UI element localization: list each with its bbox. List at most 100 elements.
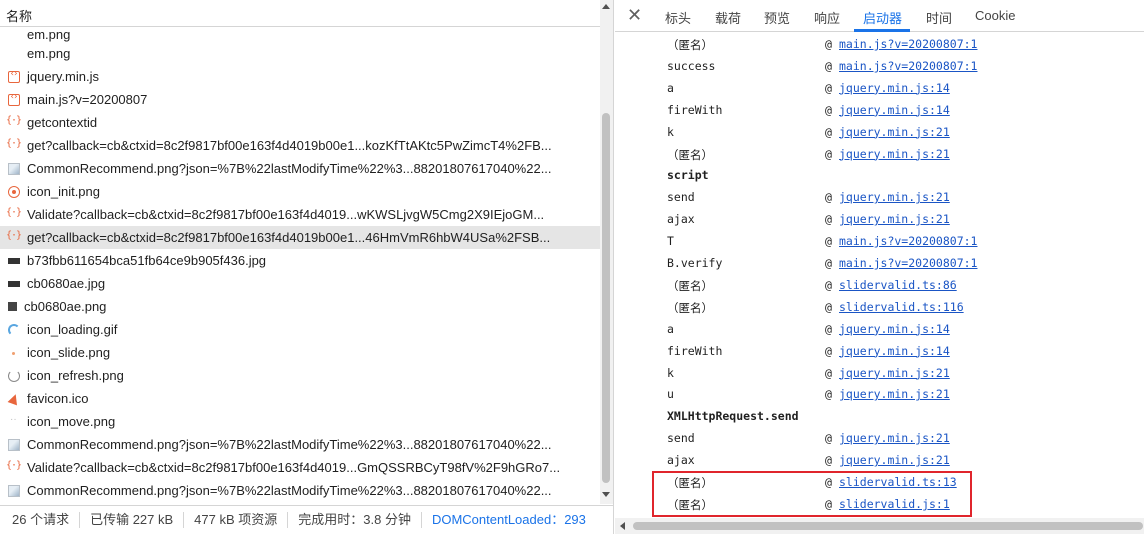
request-row[interactable]: cb0680ae.png [0,295,600,318]
details-horizontal-scrollbar[interactable] [615,518,1144,534]
source-location-link[interactable]: jquery.min.js:21 [839,125,950,139]
request-list-scrollbar[interactable] [600,0,613,504]
request-row[interactable]: get?callback=cb&ctxid=8c2f9817bf00e163f4… [0,134,600,157]
source-location-link[interactable]: jquery.min.js:14 [839,322,950,336]
at-symbol: @ [825,277,832,292]
request-row[interactable]: Validate?callback=cb&ctxid=8c2f9817bf00e… [0,203,600,226]
request-row[interactable]: em.png [0,42,600,65]
at-symbol: @ [825,102,832,117]
source-location-link[interactable]: main.js?v=20200807:1 [839,256,977,270]
function-name: a [667,80,674,95]
tab-payload[interactable]: 载荷 [715,8,741,27]
source-location-link[interactable]: jquery.min.js:21 [839,190,950,204]
xhr-icon [6,230,21,244]
source-location-link[interactable]: slidervalid.ts:86 [839,278,957,292]
request-name: icon_loading.gif [27,322,118,337]
script-icon [8,92,20,106]
request-row[interactable]: icon_init.png [0,180,600,203]
tab-response[interactable]: 响应 [814,8,840,27]
function-name: u [667,387,674,402]
function-name: send [667,190,695,205]
source-location-link[interactable]: jquery.min.js:21 [839,147,950,161]
close-icon[interactable]: ✕ [627,5,642,25]
request-row[interactable]: main.js?v=20200807 [0,88,600,111]
active-tab-indicator [854,29,910,32]
source-location-link[interactable]: main.js?v=20200807:1 [839,37,977,51]
call-stack-frame: fireWith @ jquery.min.js:14 [615,340,1144,362]
source-location-link[interactable]: jquery.min.js:14 [839,103,950,117]
source-location-link[interactable]: jquery.min.js:21 [839,387,950,401]
function-name: ajax [667,453,695,468]
source-location-link[interactable]: main.js?v=20200807:1 [839,59,977,73]
call-stack-frame: k @ jquery.min.js:21 [615,121,1144,143]
request-row[interactable]: icon_refresh.png [0,364,600,387]
name-column-header[interactable]: 名称 [0,0,600,27]
source-location-link[interactable]: jquery.min.js:21 [839,366,950,380]
request-name: em.png [27,46,71,61]
tab-preview[interactable]: 预览 [764,8,790,27]
request-row[interactable]: b73fbb611654bca51fb64ce9b905f436.jpg [0,249,600,272]
function-name: k [667,124,674,139]
request-row[interactable]: favicon.ico [0,387,600,410]
tab-headers[interactable]: 标头 [665,8,691,27]
request-name: Validate?callback=cb&ctxid=8c2f9817bf00e… [27,460,561,475]
call-stack-group-header: XMLHttpRequest.send [615,405,1144,427]
function-name: ajax [667,212,695,227]
request-name: icon_refresh.png [27,368,124,383]
tab-cookies[interactable]: Cookie [975,8,1015,23]
script-icon [8,69,20,83]
at-symbol: @ [825,431,832,446]
at-symbol: @ [825,321,832,336]
request-row[interactable]: getcontextid [0,111,600,134]
scroll-left-arrow-icon[interactable] [620,522,625,530]
puzzle-image-icon [8,302,17,311]
request-row[interactable]: Validate?callback=cb&ctxid=8c2f9817bf00e… [0,456,600,479]
source-location-link[interactable]: jquery.min.js:21 [839,431,950,445]
dark-image-icon [8,280,20,287]
request-name: icon_slide.png [27,345,111,360]
request-name: get?callback=cb&ctxid=8c2f9817bf00e163f4… [27,230,551,245]
request-name: get?callback=cb&ctxid=8c2f9817bf00e163f4… [27,138,552,153]
horizontal-scrollbar-thumb[interactable] [633,522,1143,530]
image-icon [8,484,20,497]
call-stack-frame: fireWith @ jquery.min.js:14 [615,99,1144,121]
source-location-link[interactable]: slidervalid.ts:116 [839,300,964,314]
request-name: cb0680ae.png [24,299,107,314]
scrollbar-thumb[interactable] [602,113,610,483]
call-stack-frame: （匿名） @ slidervalid.ts:86 [615,274,1144,296]
source-location-link[interactable]: jquery.min.js:21 [839,453,950,467]
call-stack-frame: ajax @ jquery.min.js:21 [615,449,1144,471]
request-row[interactable]: jquery.min.js [0,65,600,88]
request-row[interactable]: icon_move.png [0,410,600,433]
source-location-link[interactable]: main.js?v=20200807:1 [839,234,977,248]
function-name: （匿名） [667,147,713,162]
tab-initiator[interactable]: 启动器 [863,8,902,27]
name-column-label: 名称 [6,9,33,24]
scroll-down-arrow-icon[interactable] [602,492,610,497]
request-name: favicon.ico [27,391,89,406]
scroll-up-arrow-icon[interactable] [602,4,610,9]
at-symbol: @ [825,146,832,161]
request-row[interactable]: CommonRecommend.png?json=%7B%22lastModif… [0,433,600,456]
transferred-size: 已传输 227 kB [80,512,185,528]
function-name: （匿名） [667,38,713,52]
request-row[interactable]: icon_loading.gif [0,318,600,341]
request-row[interactable]: icon_slide.png [0,341,600,364]
request-name: icon_move.png [27,414,116,429]
function-name: send [667,431,695,446]
source-location-link[interactable]: jquery.min.js:21 [839,212,950,226]
request-row[interactable]: get?callback=cb&ctxid=8c2f9817bf00e163f4… [0,226,600,249]
function-name: k [667,365,674,380]
request-row[interactable]: CommonRecommend.png?json=%7B%22lastModif… [0,157,600,180]
tab-timing[interactable]: 时间 [926,8,952,27]
xhr-icon [6,138,21,152]
call-stack-frame: success @ main.js?v=20200807:1 [615,55,1144,77]
function-name: B.verify [667,256,723,270]
request-row[interactable]: CommonRecommend.png?json=%7B%22lastModif… [0,479,600,502]
source-location-link[interactable]: jquery.min.js:14 [839,81,950,95]
source-location-link[interactable]: jquery.min.js:14 [839,344,950,358]
request-name: CommonRecommend.png?json=%7B%22lastModif… [27,161,552,176]
request-name: CommonRecommend.png?json=%7B%22lastModif… [27,437,552,452]
request-row[interactable]: cb0680ae.jpg [0,272,600,295]
request-name: main.js?v=20200807 [27,92,148,107]
